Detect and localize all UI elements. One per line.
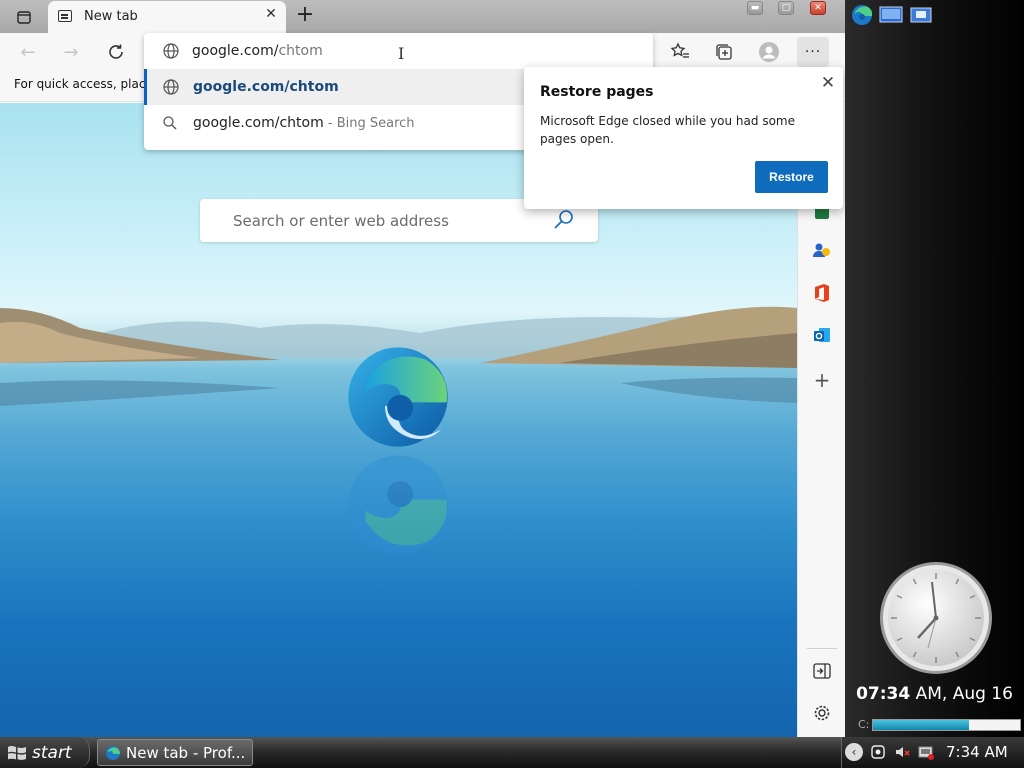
windows-flag-icon xyxy=(8,745,26,760)
toolbar-actions: ··· xyxy=(653,33,845,70)
quick-launch-bar xyxy=(845,0,1024,30)
analog-clock xyxy=(880,562,992,674)
taskbar: start New tab - Prof... ‹ 7:34 AM xyxy=(0,737,1024,768)
address-typed: google.com/ xyxy=(192,43,279,59)
profile-button[interactable] xyxy=(758,41,780,63)
network-icon[interactable] xyxy=(870,744,886,760)
globe-icon xyxy=(163,79,179,95)
start-label: start xyxy=(32,742,72,763)
suggestion-label: google.com/chtom xyxy=(193,79,339,95)
sidebar-settings-button[interactable] xyxy=(809,700,835,726)
forward-button[interactable]: → xyxy=(58,40,84,64)
search-icon xyxy=(163,116,177,130)
volume-muted-icon[interactable] xyxy=(894,744,910,760)
office-icon xyxy=(815,284,829,302)
favorites-button[interactable] xyxy=(669,41,691,63)
restore-button[interactable]: Restore xyxy=(755,161,828,193)
dialog-message: Microsoft Edge closed while you had some… xyxy=(540,114,795,146)
refresh-button[interactable] xyxy=(103,40,129,64)
address-autocomplete: chtom xyxy=(278,43,323,59)
clock-date: AM, Aug 16 xyxy=(910,684,1013,704)
collections-icon xyxy=(716,44,732,60)
more-dots-icon: ··· xyxy=(804,44,822,60)
sidebar-games-button[interactable] xyxy=(809,238,835,264)
restore-pages-dialog: Restore pages Microsoft Edge closed whil… xyxy=(524,67,843,209)
tray-expand-chevron-icon[interactable]: ‹ xyxy=(845,743,863,761)
maximize-button[interactable]: ▢ xyxy=(778,1,794,15)
edge-icon xyxy=(106,745,120,760)
drive-label: C: xyxy=(858,718,870,731)
clock-time-bold: 07:34 xyxy=(856,684,911,704)
favorites-star-icon xyxy=(670,42,689,58)
safely-remove-icon[interactable] xyxy=(918,744,934,760)
sidebar-outlook-button[interactable] xyxy=(809,322,835,348)
tab-new-tab[interactable]: New tab ✕ xyxy=(48,1,286,33)
taskbar-item-label: New tab - Prof... xyxy=(126,743,246,762)
taskbar-item-edge[interactable]: New tab - Prof... xyxy=(97,739,253,766)
desktop-launch-icon[interactable] xyxy=(879,5,903,25)
collections-button[interactable] xyxy=(713,41,735,63)
edge-launch-icon[interactable] xyxy=(850,3,874,27)
tab-close-button[interactable]: ✕ xyxy=(262,6,280,26)
hide-sidebar-icon xyxy=(813,663,831,679)
dialog-close-icon[interactable]: ✕ xyxy=(818,73,838,93)
settings-more-button[interactable]: ··· xyxy=(797,37,829,67)
gear-icon xyxy=(814,705,830,721)
avatar-icon xyxy=(759,42,779,62)
back-button[interactable]: ← xyxy=(15,40,41,64)
suggestion-query: google.com/chtom xyxy=(193,115,324,131)
outlook-icon xyxy=(814,328,830,342)
minimize-button[interactable]: ▬ xyxy=(747,1,763,15)
globe-icon xyxy=(163,43,179,59)
suggestion-label: google.com/chtom - Bing Search xyxy=(193,115,415,131)
refresh-icon xyxy=(109,44,123,59)
tab-strip: New tab ✕ + ▬ ▢ ✕ xyxy=(0,0,845,33)
favorites-bar-hint: For quick access, place y xyxy=(14,77,164,91)
search-icon[interactable] xyxy=(552,208,576,232)
address-input-text: google.com/chtom xyxy=(192,43,323,59)
address-bar[interactable]: google.com/chtom I xyxy=(144,33,653,69)
drive-usage-meter xyxy=(872,719,1021,731)
switch-windows-icon[interactable] xyxy=(909,5,933,25)
people-icon xyxy=(813,243,830,257)
search-placeholder: Search or enter web address xyxy=(233,212,449,230)
edge-logo xyxy=(348,347,448,447)
tab-actions-icon xyxy=(17,10,31,24)
sidebar-add-button[interactable]: + xyxy=(809,367,835,393)
sidebar-hide-button[interactable] xyxy=(809,658,835,684)
tray-clock[interactable]: 7:34 AM xyxy=(946,743,1008,761)
close-window-button[interactable]: ✕ xyxy=(810,1,826,15)
new-tab-icon xyxy=(58,10,72,22)
clock-date-text: 07:34 AM, Aug 16 xyxy=(845,684,1024,704)
text-cursor-icon: I xyxy=(398,44,405,63)
tab-actions-button[interactable] xyxy=(8,6,40,28)
browser-window: New tab ✕ + ▬ ▢ ✕ ← → ··· For quick acce… xyxy=(0,0,845,737)
sidebar-divider xyxy=(807,648,837,649)
drive-usage-fill xyxy=(873,720,969,730)
system-tray: ‹ 7:34 AM xyxy=(841,737,1024,768)
tab-title: New tab xyxy=(84,9,138,24)
new-tab-button[interactable]: + xyxy=(294,4,316,28)
dialog-title: Restore pages xyxy=(540,84,654,100)
start-button[interactable]: start xyxy=(0,737,90,768)
sidebar-office-button[interactable] xyxy=(809,280,835,306)
edge-logo-reflection xyxy=(348,455,448,555)
suggestion-hint: - Bing Search xyxy=(323,116,415,131)
